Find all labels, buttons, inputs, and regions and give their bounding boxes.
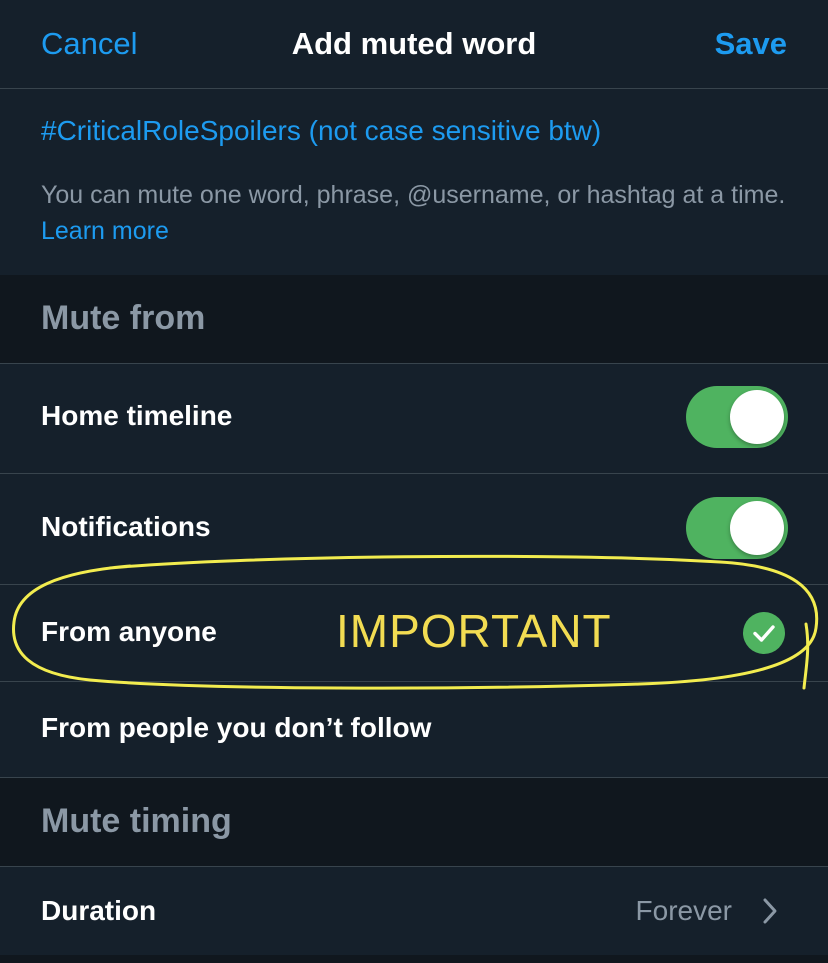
annotation-label: IMPORTANT: [336, 605, 612, 657]
save-button[interactable]: Save: [715, 26, 787, 62]
learn-more-link[interactable]: Learn more: [41, 217, 169, 245]
check-circle-icon: [743, 612, 785, 654]
chevron-right-icon: [763, 898, 777, 924]
home-timeline-row[interactable]: Home timeline: [0, 364, 828, 474]
toggle-knob: [730, 501, 784, 555]
help-description: You can mute one word, phrase, @username…: [41, 181, 786, 209]
from-anyone-label: From anyone: [41, 616, 217, 647]
from-non-followers-row[interactable]: From people you don’t follow: [0, 682, 828, 778]
bottom-edge: [0, 955, 828, 963]
notifications-label: Notifications: [41, 511, 211, 542]
muted-word-input[interactable]: [41, 115, 801, 147]
duration-label: Duration: [41, 895, 157, 926]
notifications-row[interactable]: Notifications: [0, 474, 828, 585]
from-non-followers-label: From people you don’t follow: [41, 712, 432, 743]
home-timeline-toggle[interactable]: [686, 386, 788, 448]
mute-timing-title: Mute timing: [41, 802, 232, 840]
toggle-knob: [730, 390, 784, 444]
page-title: Add muted word: [291, 26, 537, 61]
mute-from-title: Mute from: [41, 299, 206, 337]
help-text: You can mute one word, phrase, @username…: [41, 177, 791, 249]
duration-value: Forever: [635, 895, 732, 926]
mute-timing-header: Mute timing: [0, 778, 828, 867]
notifications-toggle[interactable]: [686, 497, 788, 559]
nav-bar: Cancel Add muted word Save: [0, 0, 828, 89]
duration-row[interactable]: Duration Forever: [0, 867, 828, 956]
mute-from-header: Mute from: [0, 275, 828, 364]
home-timeline-label: Home timeline: [41, 400, 233, 431]
muted-word-section: You can mute one word, phrase, @username…: [0, 89, 828, 274]
